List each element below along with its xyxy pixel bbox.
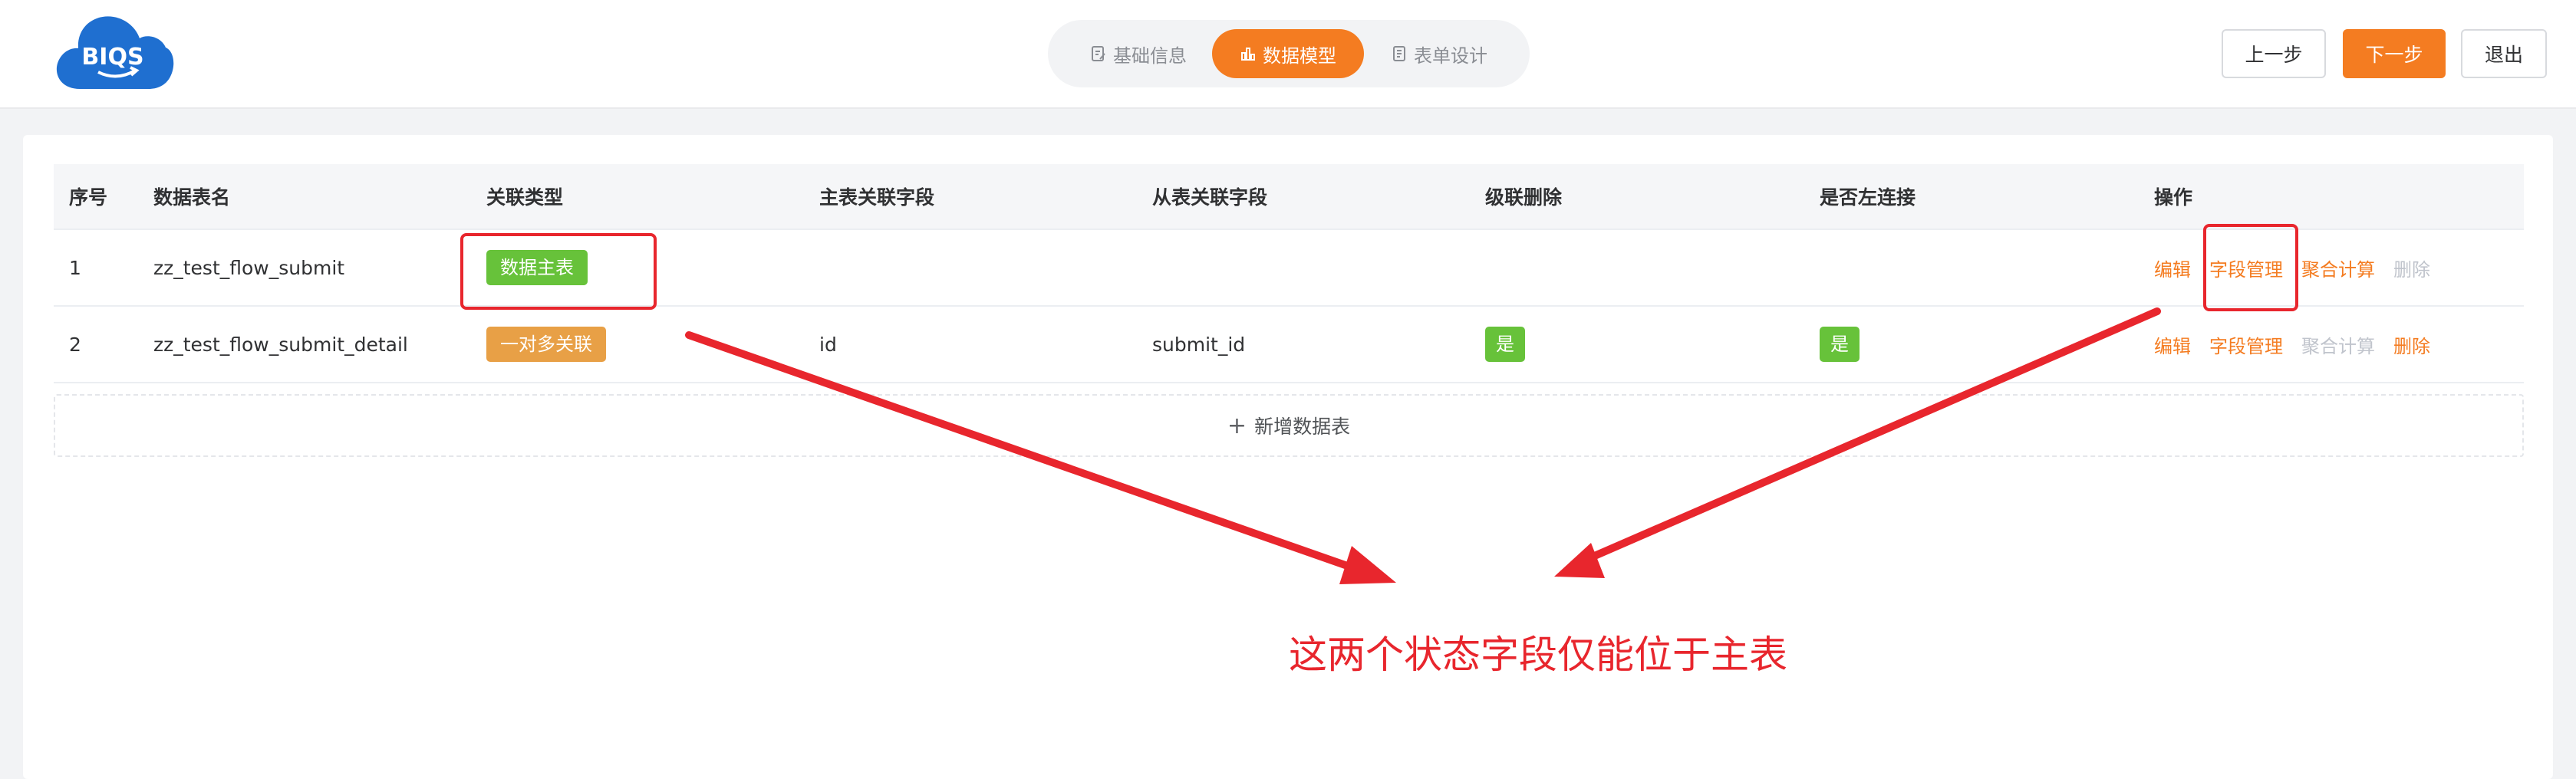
arrow-right [1554,307,2161,578]
annotation-arrows [685,307,2161,584]
arrow-left [685,331,1396,584]
annotation-text: 这两个状态字段仅能位于主表 [1289,633,1787,677]
